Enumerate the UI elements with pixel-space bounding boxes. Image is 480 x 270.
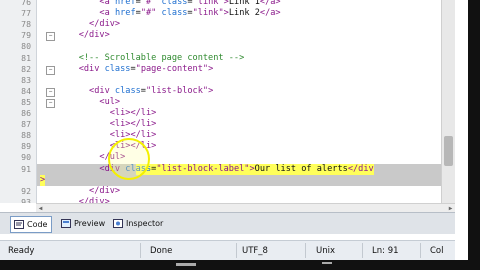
code-text: <a href="#" class="link">Link 1</a> <box>99 0 281 7</box>
code-line[interactable]: 88 <li></li> <box>0 130 455 141</box>
code-line[interactable]: 77 <a href="#" class="link">Link 2</a> <box>0 8 455 19</box>
tab-inspector-label: Inspector <box>126 219 164 228</box>
code-line[interactable]: 89 <li></li> <box>0 141 455 152</box>
status-line: Ln: 91 <box>372 246 399 256</box>
code-line[interactable]: 80 <box>0 41 455 52</box>
code-text: </div> <box>89 185 121 196</box>
line-number: 85 <box>21 96 31 107</box>
code-editor[interactable]: 76 <a href="#" class="link">Link 1</a> 77… <box>0 0 455 203</box>
status-bar: Ready Done UTF_8 Unix Ln: 91 Col <box>0 240 455 260</box>
preview-icon <box>61 219 71 228</box>
code-view-icon <box>14 220 24 229</box>
line-number: 87 <box>21 119 31 130</box>
status-line-endings: Unix <box>316 246 336 256</box>
code-line[interactable]: 90 </ul> <box>0 152 455 163</box>
line-number: 76 <box>21 0 31 7</box>
tab-code[interactable]: Code <box>10 216 53 233</box>
code-text: <a href="#" class="link">Link 2</a> <box>99 8 281 19</box>
line-number: 92 <box>21 185 31 196</box>
scrollbar-thumb[interactable] <box>444 136 453 166</box>
code-text: <div class="list-block-label">Our list o… <box>58 163 374 175</box>
code-text: </div> <box>89 19 121 30</box>
line-number: 81 <box>21 52 31 63</box>
line-number: 90 <box>21 152 31 163</box>
tab-inspector[interactable]: Inspector <box>110 216 167 231</box>
code-line[interactable]: 81 <!-- Scrollable page content --> <box>0 53 455 64</box>
vertical-scrollbar[interactable] <box>441 0 455 203</box>
tab-preview[interactable]: Preview <box>58 216 109 231</box>
code-line[interactable]: 92 </div> <box>0 186 455 197</box>
line-number: 89 <box>21 141 31 152</box>
code-line[interactable]: 84 − <div class="list-block"> <box>0 86 455 97</box>
code-text: <li></li> <box>109 108 157 118</box>
code-text: </div> <box>78 30 110 41</box>
line-number: 88 <box>21 130 31 141</box>
fold-toggle-icon[interactable]: − <box>46 87 55 97</box>
code-text: <li></li> <box>109 119 157 130</box>
status-divider <box>236 243 237 258</box>
line-number: 86 <box>21 108 31 118</box>
code-line[interactable]: 86 <li></li> <box>0 108 455 119</box>
code-line[interactable]: 87 <li></li> <box>0 119 455 130</box>
status-encoding: UTF_8 <box>242 246 268 256</box>
status-divider <box>140 243 141 258</box>
code-line[interactable]: 79 − </div> <box>0 30 455 42</box>
code-text: <!-- Scrollable page content --> <box>58 52 245 63</box>
line-number: 93 <box>21 196 31 203</box>
line-number: 84 <box>21 85 31 96</box>
code-line[interactable]: 91 <div class="list-block-label">Our lis… <box>0 163 455 175</box>
line-number: 82 <box>21 63 31 74</box>
tab-preview-label: Preview <box>74 219 106 228</box>
taskbar-strip <box>0 260 468 270</box>
line-number: 79 <box>21 30 31 41</box>
code-text: <div class="list-block"> <box>89 85 214 96</box>
code-line[interactable]: 76 <a href="#" class="link">Link 1</a> <box>0 0 455 8</box>
menu-icon <box>176 263 196 266</box>
code-text: <div class="page-content"> <box>78 63 214 74</box>
status-divider <box>420 243 421 258</box>
fold-toggle-icon[interactable]: − <box>46 98 55 108</box>
code-line[interactable]: > <box>0 174 455 186</box>
line-number: 83 <box>21 74 31 85</box>
code-line[interactable]: 82 − <div class="page-content"> <box>0 64 455 75</box>
line-number: 77 <box>21 8 31 19</box>
view-tabs: Code Preview Inspector <box>0 212 455 234</box>
inspector-icon <box>113 219 123 228</box>
editor-window: 76 <a href="#" class="link">Link 1</a> 77… <box>0 0 468 260</box>
status-done: Done <box>150 246 173 256</box>
chevron-up-icon <box>322 262 332 269</box>
status-ready: Ready <box>8 246 35 256</box>
code-line[interactable]: 83 <box>0 75 455 86</box>
current-line-highlight <box>37 174 441 186</box>
code-text: > <box>40 174 46 186</box>
code-line[interactable]: 85 − <ul> <box>0 97 455 108</box>
window-edge <box>468 0 480 270</box>
line-number: 78 <box>21 19 31 30</box>
line-number: 80 <box>21 41 31 52</box>
code-line[interactable]: 78 </div> <box>0 19 455 30</box>
tab-code-label: Code <box>27 220 48 229</box>
status-col: Col <box>430 246 444 256</box>
fold-toggle-icon[interactable]: − <box>46 65 55 75</box>
fold-toggle-icon[interactable]: − <box>46 32 55 42</box>
cursor-highlight-circle <box>108 138 150 180</box>
code-text: <li></li> <box>109 130 157 141</box>
status-divider <box>362 243 363 258</box>
code-text: <ul> <box>99 96 121 107</box>
line-number: 91 <box>21 163 31 174</box>
status-divider <box>305 243 306 258</box>
